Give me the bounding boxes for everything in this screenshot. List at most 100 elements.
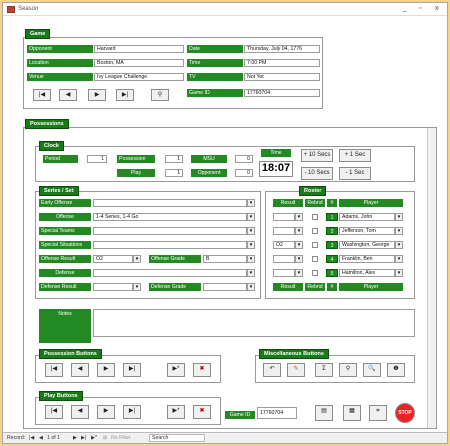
possession-next-button[interactable]: ▶ [97, 363, 115, 377]
rebound-checkbox[interactable] [312, 270, 318, 276]
player-name-field[interactable]: Adams, John [339, 213, 395, 221]
rebound-checkbox[interactable] [312, 214, 318, 220]
game-clock-display[interactable]: 18:07 [259, 161, 293, 177]
minus-10-secs-button[interactable]: - 10 Secs [301, 167, 333, 180]
help-button[interactable]: ❶ [387, 363, 405, 377]
player-name-field[interactable]: Washington, George [339, 241, 395, 249]
roster-result-field[interactable] [273, 227, 295, 235]
early-offense-dropdown[interactable]: ▾ [247, 199, 255, 207]
player-dropdown[interactable]: ▾ [395, 255, 403, 263]
record-next-icon[interactable]: ▶ [73, 433, 77, 443]
period-field[interactable]: 1 [87, 155, 107, 163]
possession-first-button[interactable]: |◀ [45, 363, 63, 377]
opponent-field[interactable]: Harvard [94, 45, 184, 53]
minimize-button[interactable]: _ [403, 5, 407, 12]
close-button[interactable]: x [435, 5, 439, 12]
defense-result-field[interactable] [93, 283, 133, 291]
offense-result-field[interactable]: O2 [93, 255, 133, 263]
report-icon[interactable]: ▤ [315, 405, 333, 421]
rebound-checkbox[interactable] [312, 228, 318, 234]
record-first-icon[interactable]: |◀ [29, 433, 34, 443]
play-previous-button[interactable]: ◀ [71, 405, 89, 419]
date-field[interactable]: Thursday, July 04, 1776 [244, 45, 320, 53]
possession-field[interactable]: 1 [165, 155, 183, 163]
find-binoculars-button[interactable]: ⚲ [151, 89, 169, 101]
player-dropdown[interactable]: ▾ [395, 241, 403, 249]
player-name-field[interactable]: Franklin, Ben [339, 255, 395, 263]
rebound-checkbox[interactable] [312, 256, 318, 262]
record-last-icon[interactable]: ▶| [81, 433, 86, 443]
roster-result-field[interactable]: O2 [273, 241, 295, 249]
first-record-button[interactable]: |◀ [33, 89, 51, 101]
venue-field[interactable]: Ivy League Challenge [94, 73, 184, 81]
find-button[interactable]: ⚲ [339, 363, 357, 377]
possession-delete-button[interactable]: ✖ [193, 363, 211, 377]
opponent-score-field[interactable]: 0 [235, 169, 253, 177]
roster-result-field[interactable] [273, 269, 295, 277]
player-dropdown[interactable]: ▾ [395, 213, 403, 221]
search-box[interactable]: Search [149, 434, 205, 442]
roster-result-dropdown[interactable]: ▾ [295, 269, 303, 277]
early-offense-field[interactable] [93, 199, 247, 207]
notes-field[interactable] [93, 309, 415, 337]
next-record-button[interactable]: ▶ [88, 89, 106, 101]
roster-result-dropdown[interactable]: ▾ [295, 255, 303, 263]
tv-field[interactable]: Not Yet [244, 73, 320, 81]
vertical-scrollbar[interactable] [427, 128, 436, 428]
restore-button[interactable]: ▫ [419, 5, 421, 12]
defense-grade-dropdown[interactable]: ▾ [247, 283, 255, 291]
last-record-button[interactable]: ▶| [116, 89, 134, 101]
possession-previous-button[interactable]: ◀ [71, 363, 89, 377]
play-new-button[interactable]: ▶* [167, 405, 185, 419]
previous-record-button[interactable]: ◀ [59, 89, 77, 101]
possession-new-button[interactable]: ▶* [167, 363, 185, 377]
no-filter-indicator[interactable]: No Filter [111, 433, 131, 443]
calculator-icon[interactable]: ⌗ [369, 405, 387, 421]
grid-icon[interactable]: ▦ [343, 405, 361, 421]
possession-last-button[interactable]: ▶| [123, 363, 141, 377]
edit-pencil-button[interactable]: ✎ [287, 363, 305, 377]
defense-dropdown[interactable]: ▾ [247, 269, 255, 277]
sum-button[interactable]: Σ [315, 363, 333, 377]
play-next-button[interactable]: ▶ [97, 405, 115, 419]
player-name-field[interactable]: Jefferson, Tom [339, 227, 395, 235]
play-first-button[interactable]: |◀ [45, 405, 63, 419]
record-new-icon[interactable]: ▶* [91, 433, 97, 443]
roster-result-dropdown[interactable]: ▾ [295, 241, 303, 249]
play-field[interactable]: 1 [165, 169, 183, 177]
game-id-field[interactable]: 17760704 [244, 89, 320, 97]
roster-result-dropdown[interactable]: ▾ [295, 227, 303, 235]
msu-score-field[interactable]: 0 [235, 155, 253, 163]
rebound-checkbox[interactable] [312, 242, 318, 248]
defense-grade-field[interactable] [203, 283, 247, 291]
player-name-field[interactable]: Hamilton, Alex [339, 269, 395, 277]
roster-result-field[interactable] [273, 213, 295, 221]
offense-grade-field[interactable]: B [203, 255, 247, 263]
minus-1-sec-button[interactable]: - 1 Sec [339, 167, 371, 180]
play-last-button[interactable]: ▶| [123, 405, 141, 419]
roster-result-field[interactable] [273, 255, 295, 263]
special-teams-field[interactable] [93, 227, 247, 235]
location-field[interactable]: Boston, MA [94, 59, 184, 67]
footer-game-id-field[interactable]: 17760704 [257, 407, 297, 419]
play-delete-button[interactable]: ✖ [193, 405, 211, 419]
defense-result-dropdown[interactable]: ▾ [133, 283, 141, 291]
stop-button[interactable]: STOP [395, 403, 415, 423]
plus-10-secs-button[interactable]: + 10 Secs [301, 149, 333, 162]
special-situations-field[interactable] [93, 241, 247, 249]
offense-field[interactable]: 1-4 Series, 1-4 Go [93, 213, 247, 221]
plus-1-sec-button[interactable]: + 1 Sec [339, 149, 371, 162]
player-dropdown[interactable]: ▾ [395, 269, 403, 277]
record-prev-icon[interactable]: ◀ [39, 433, 43, 443]
special-teams-dropdown[interactable]: ▾ [247, 227, 255, 235]
offense-dropdown[interactable]: ▾ [247, 213, 255, 221]
zoom-button[interactable]: 🔍 [363, 363, 381, 377]
special-situations-dropdown[interactable]: ▾ [247, 241, 255, 249]
offense-grade-dropdown[interactable]: ▾ [247, 255, 255, 263]
defense-field[interactable] [93, 269, 247, 277]
time-field[interactable]: 7:00 PM [244, 59, 320, 67]
undo-button[interactable]: ↶ [263, 363, 281, 377]
record-position[interactable]: 1 of 1 [47, 433, 60, 443]
player-dropdown[interactable]: ▾ [395, 227, 403, 235]
offense-result-dropdown[interactable]: ▾ [133, 255, 141, 263]
